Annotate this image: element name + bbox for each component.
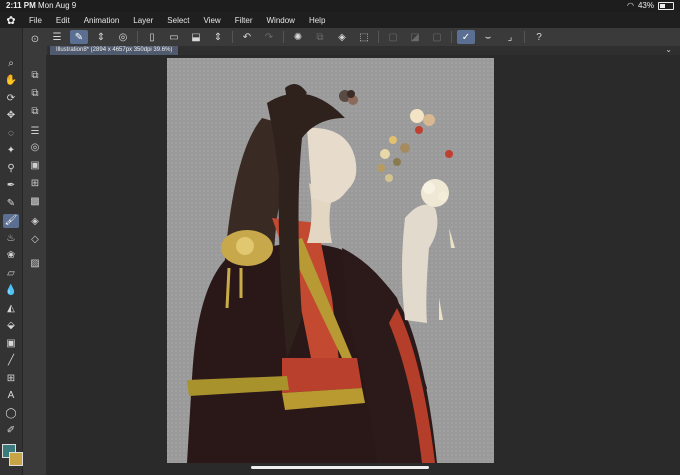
battery-percent: 43% [637, 1, 654, 10]
status-right: ◠ 43% [627, 1, 674, 10]
pencil-icon[interactable]: ✎ [3, 196, 19, 210]
fill-icon[interactable]: ◈ [333, 30, 351, 44]
separator [232, 31, 233, 43]
loading-icon[interactable]: ✺ [289, 30, 307, 44]
figure-icon[interactable]: ╱ [3, 354, 19, 368]
save-icon[interactable]: ⬓ [187, 30, 205, 44]
tool-bar: ⌕ ✋ ⟳ ✥ ◌ ✦ ⚲ ✒ ✎ 🖌 ♨ ❀ ▱ 💧 ◭ ⬙ ▣ ╱ ⊞ A ◯ ✐ [0, 28, 22, 475]
layer-add-icon[interactable]: ⧉ [27, 68, 43, 82]
fill-icon[interactable]: ◭ [3, 301, 19, 315]
home-indicator[interactable] [251, 466, 429, 469]
eraser-icon[interactable]: ▱ [3, 266, 19, 280]
lasso-select-icon[interactable]: ◌ [3, 126, 19, 140]
circle-icon[interactable]: ◎ [27, 140, 43, 154]
eyedropper-icon[interactable]: ⚲ [3, 161, 19, 175]
invert-selection-icon[interactable]: ◪ [406, 30, 424, 44]
canvas-icon[interactable]: ▩ [27, 194, 43, 208]
status-time: 2:11 PM [6, 1, 36, 10]
separator [137, 31, 138, 43]
menu-help[interactable]: Help [302, 16, 332, 25]
status-date: Mon Aug 9 [38, 1, 77, 10]
balloon-icon[interactable]: ◯ [3, 406, 19, 420]
snap-special-ruler-icon[interactable]: ⌣ [479, 30, 497, 44]
move-icon[interactable]: ✥ [3, 109, 19, 123]
layers-icon[interactable]: ◇ [27, 232, 43, 246]
export-icon[interactable]: ⇕ [209, 30, 227, 44]
gradient-icon[interactable]: ▣ [3, 336, 19, 350]
separator [283, 31, 284, 43]
redo-icon[interactable]: ↷ [260, 30, 278, 44]
menu-edit[interactable]: Edit [49, 16, 77, 25]
pen-icon[interactable]: ✒ [3, 179, 19, 193]
deselect-icon[interactable]: ▢ [384, 30, 402, 44]
chevron-down-icon[interactable]: ⌄ [665, 45, 672, 54]
new-file-icon[interactable]: ▯ [143, 30, 161, 44]
material-icon[interactable]: ▣ [27, 158, 43, 172]
illustration-image [167, 58, 494, 463]
text-icon[interactable]: A [3, 389, 19, 403]
correct-line-icon[interactable]: ✐ [3, 424, 19, 438]
document-tab[interactable]: Illustration8* (2894 x 4657px 350dpi 39.… [50, 46, 179, 55]
image-icon[interactable]: ▨ [27, 256, 43, 270]
menu-animation[interactable]: Animation [77, 16, 127, 25]
separator [378, 31, 379, 43]
studio-mode-icon[interactable]: ◎ [114, 30, 132, 44]
layer-fill-icon[interactable]: ⧉ [27, 86, 43, 100]
snap-grid-icon[interactable]: ⌟ [501, 30, 519, 44]
document-tab-bar: Illustration8* (2894 x 4657px 350dpi 39.… [46, 45, 680, 55]
help-icon[interactable]: ? [530, 30, 548, 44]
copy-icon[interactable]: ⧉ [311, 30, 329, 44]
edit-mode-icon[interactable]: ✎ [70, 30, 88, 44]
app-logo-icon[interactable]: ✿ [0, 14, 22, 27]
open-folder-icon[interactable]: ▭ [165, 30, 183, 44]
stack-icon[interactable]: ◈ [27, 214, 43, 228]
brush-icon[interactable]: 🖌 [3, 213, 19, 228]
menu-bar: ✿ File Edit Animation Layer Select View … [0, 12, 680, 28]
clear-selection-icon[interactable]: ▢ [428, 30, 446, 44]
snap-ruler-icon[interactable]: ✓ [457, 30, 475, 44]
blend-icon[interactable]: 💧 [3, 284, 19, 298]
hamburger-menu-icon[interactable]: ☰ [48, 30, 66, 44]
menu-filter[interactable]: Filter [228, 16, 260, 25]
decoration-icon[interactable]: ❀ [3, 249, 19, 263]
frame-icon[interactable]: ⊞ [3, 371, 19, 385]
separator [451, 31, 452, 43]
illustration-canvas[interactable] [167, 58, 494, 463]
menu-file[interactable]: File [22, 16, 49, 25]
separator [524, 31, 525, 43]
fill-bucket-icon[interactable]: ⬙ [3, 319, 19, 333]
subtool-panel: ⊙ ⧉ ⧉ ⧉ ☰ ◎ ▣ ⊞ ▩ ◈ ◇ ▨ [22, 28, 47, 475]
chevron-updown-icon[interactable]: ⇕ [92, 30, 110, 44]
menu-window[interactable]: Window [260, 16, 302, 25]
airbrush-icon[interactable]: ♨ [3, 231, 19, 245]
magic-wand-icon[interactable]: ✦ [3, 144, 19, 158]
wifi-icon: ◠ [627, 1, 634, 10]
sub-color-swatch[interactable] [9, 452, 23, 466]
layer-mask-icon[interactable]: ⧉ [27, 104, 43, 118]
transform-icon[interactable]: ⬚ [355, 30, 373, 44]
hand-icon[interactable]: ✋ [3, 74, 19, 88]
menu-layer[interactable]: Layer [126, 16, 160, 25]
rotate-icon[interactable]: ⟳ [3, 91, 19, 105]
undo-icon[interactable]: ↶ [238, 30, 256, 44]
lasso-subtool-icon[interactable]: ⊙ [27, 32, 43, 46]
battery-icon [658, 1, 674, 10]
menu-view[interactable]: View [197, 16, 228, 25]
grid-icon[interactable]: ⊞ [27, 176, 43, 190]
ios-status-bar: 2:11 PM Mon Aug 9 ◠ 43% [0, 0, 680, 12]
list-icon[interactable]: ☰ [27, 124, 43, 138]
magnifier-icon[interactable]: ⌕ [3, 56, 19, 70]
menu-select[interactable]: Select [160, 16, 196, 25]
command-bar: ☰ ✎ ⇕ ◎ ▯ ▭ ⬓ ⇕ ↶ ↷ ✺ ⧉ ◈ ⬚ ▢ ◪ ▢ ✓ ⌣ ⌟ … [46, 28, 680, 46]
